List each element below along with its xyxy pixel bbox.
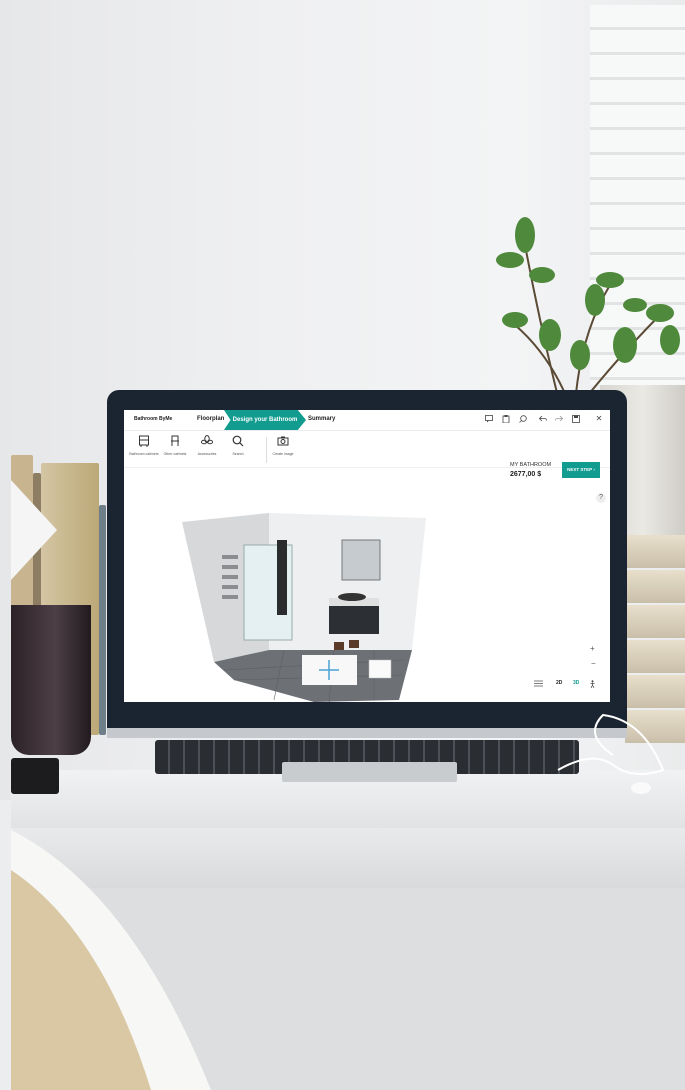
app-topbar: Bathroom ByMe Floorplan Design your Bath… bbox=[124, 410, 610, 431]
search-zoom-icon[interactable] bbox=[519, 415, 527, 423]
zoom-in-button[interactable]: + bbox=[590, 644, 595, 653]
earphone-cable bbox=[553, 710, 673, 800]
total-price: 2677,00 $ bbox=[510, 471, 542, 478]
bathroom-3d-view[interactable] bbox=[164, 510, 434, 702]
step-floorplan[interactable]: Floorplan bbox=[197, 416, 224, 422]
undo-icon[interactable] bbox=[538, 415, 547, 423]
comment-icon[interactable] bbox=[485, 415, 493, 423]
step-summary[interactable]: Summary bbox=[308, 416, 335, 422]
help-icon[interactable]: ? bbox=[596, 493, 606, 503]
tool-other-cabinets[interactable]: Other cabinets bbox=[158, 435, 192, 456]
tool-accessories[interactable]: Accessories bbox=[190, 435, 224, 456]
project-name: MY BATHROOM bbox=[510, 462, 552, 468]
photo-scene: Bathroom ByMe Floorplan Design your Bath… bbox=[0, 0, 685, 1090]
zoom-out-button[interactable]: − bbox=[591, 659, 596, 668]
save-icon[interactable] bbox=[572, 415, 580, 423]
tool-create-image[interactable]: Create image bbox=[266, 435, 300, 456]
tool-search[interactable]: Search bbox=[221, 435, 255, 456]
stacked-boxes bbox=[625, 535, 685, 743]
smartphone bbox=[11, 758, 59, 794]
catalog-toolbar: Bathroom cabinets Other cabinets Accesso… bbox=[124, 431, 610, 478]
brand-logo[interactable]: Bathroom ByMe bbox=[134, 416, 172, 422]
step-design-your-bathroom[interactable]: Design your Bathroom bbox=[224, 410, 306, 430]
view-3d-button[interactable]: 3D bbox=[573, 680, 579, 686]
close-icon[interactable]: ✕ bbox=[595, 415, 603, 423]
tool-bathroom-cabinets[interactable]: Bathroom cabinets bbox=[127, 435, 161, 456]
clipboard-icon[interactable] bbox=[502, 415, 510, 424]
plant-icon bbox=[190, 435, 224, 449]
redo-icon[interactable] bbox=[555, 415, 564, 423]
trackpad bbox=[282, 762, 457, 782]
camera-icon bbox=[266, 435, 300, 449]
settings-sliders-icon[interactable] bbox=[534, 680, 543, 689]
view-2d-button[interactable]: 2D bbox=[556, 680, 562, 686]
search-icon bbox=[221, 435, 255, 449]
chair-icon bbox=[158, 435, 192, 449]
carousel-prev-arrow[interactable] bbox=[11, 480, 57, 580]
app-screen: Bathroom ByMe Floorplan Design your Bath… bbox=[124, 410, 610, 702]
potted-plant bbox=[470, 205, 685, 406]
cabinet-icon bbox=[127, 435, 161, 449]
walk-icon[interactable] bbox=[589, 680, 596, 690]
next-step-button[interactable]: NEXT STEP › bbox=[562, 462, 600, 478]
chair bbox=[11, 830, 251, 1090]
